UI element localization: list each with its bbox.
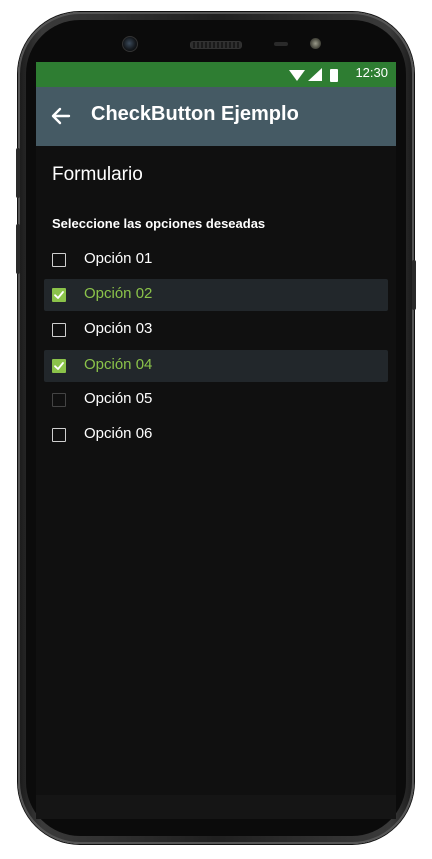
status-icons	[289, 68, 338, 82]
checkbox-icon	[52, 323, 66, 337]
status-bar: 12:30	[36, 62, 396, 87]
option-02-checkbox[interactable]: Opción 02	[44, 279, 388, 311]
earpiece-speaker	[190, 41, 242, 49]
volume-button	[16, 148, 20, 198]
option-04-checkbox[interactable]: Opción 04	[44, 350, 388, 382]
signal-icon	[308, 68, 322, 81]
app-bar: CheckButton Ejemplo	[36, 87, 396, 146]
option-label: Opción 03	[84, 320, 153, 337]
power-button	[412, 260, 416, 310]
front-camera-icon	[122, 36, 138, 52]
battery-icon	[330, 69, 338, 82]
option-label: Opción 02	[84, 285, 153, 302]
checkbox-icon	[52, 288, 66, 302]
front-flash-icon	[310, 38, 321, 49]
checkmark-icon	[54, 291, 64, 299]
option-label: Opción 04	[84, 356, 153, 373]
bixby-button	[16, 224, 20, 274]
option-06-checkbox[interactable]: Opción 06	[44, 419, 388, 451]
form-title: Formulario	[52, 164, 143, 185]
option-03-checkbox[interactable]: Opción 03	[44, 314, 388, 346]
checkbox-icon	[52, 428, 66, 442]
checkbox-icon	[52, 393, 66, 407]
proximity-sensor	[274, 42, 288, 46]
option-05-checkbox[interactable]: Opción 05	[44, 384, 388, 416]
arrow-left-icon[interactable]	[48, 103, 74, 129]
app-title: CheckButton Ejemplo	[91, 103, 299, 125]
option-label: Opción 01	[84, 250, 153, 267]
checkbox-icon	[52, 253, 66, 267]
wifi-icon	[289, 70, 305, 81]
checkmark-icon	[54, 362, 64, 370]
option-label: Opción 06	[84, 425, 153, 442]
option-01-checkbox[interactable]: Opción 01	[44, 244, 388, 276]
screen: 12:30 CheckButton Ejemplo Formulario Sel…	[36, 62, 396, 795]
navigation-bar	[36, 795, 396, 819]
checkbox-icon	[52, 359, 66, 373]
status-time: 12:30	[355, 65, 388, 80]
option-label: Opción 05	[84, 390, 153, 407]
form-subtitle: Seleccione las opciones deseadas	[52, 216, 266, 231]
